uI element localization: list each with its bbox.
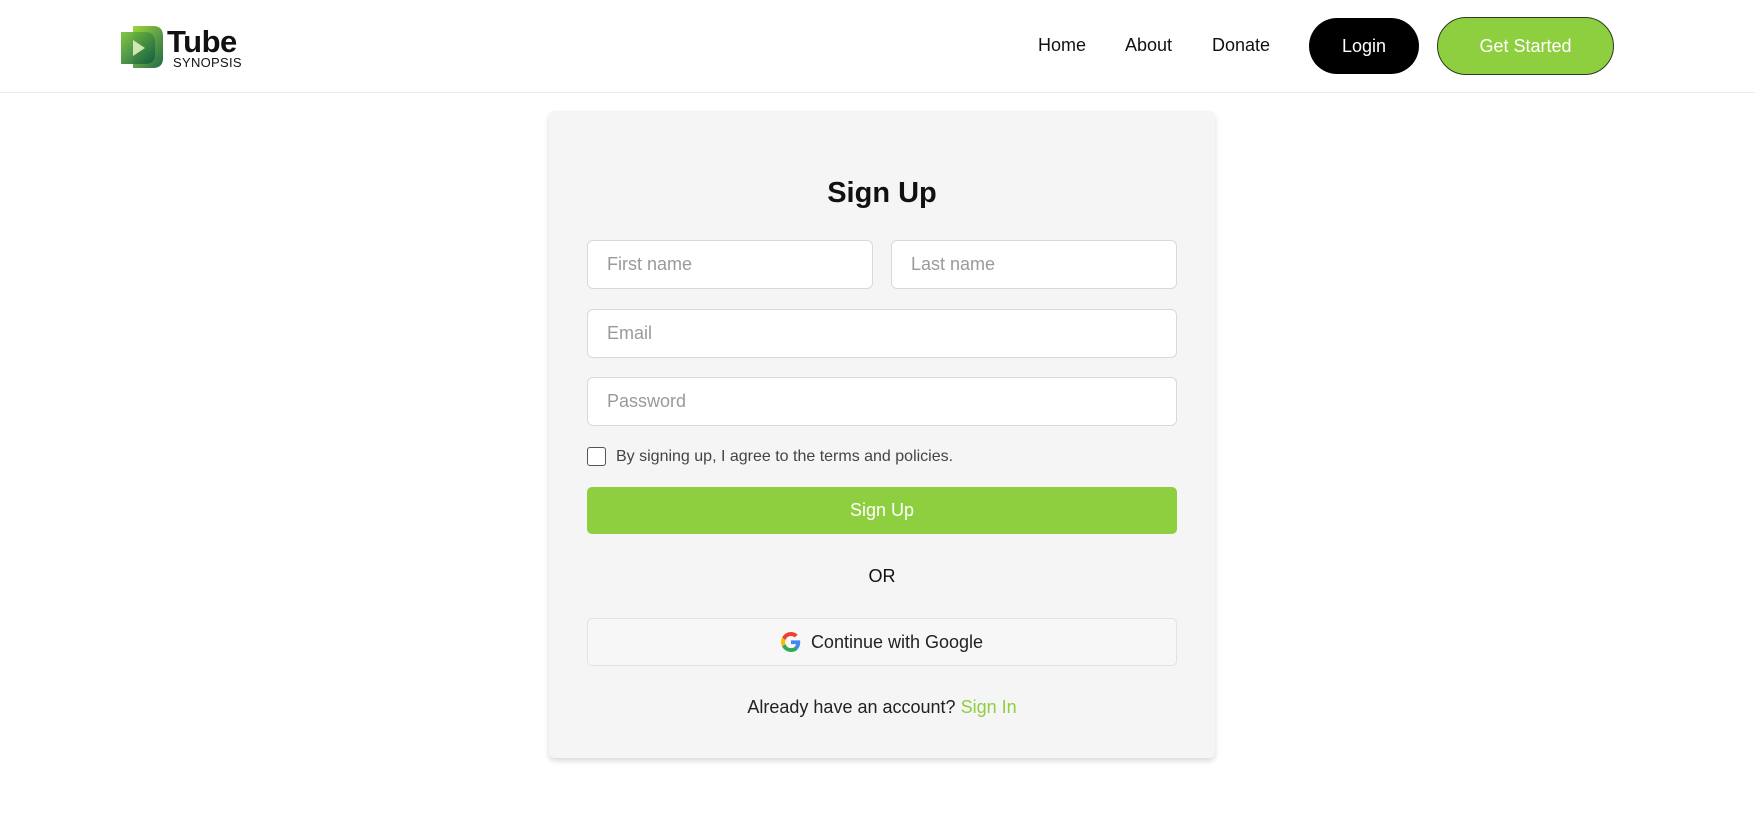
tube-synopsis-logo-icon [121, 26, 163, 68]
page-title: Sign Up [827, 177, 937, 209]
brand-wordmark: Tube SYNOPSIS [167, 26, 242, 69]
google-icon [780, 632, 801, 652]
nav-home-link[interactable]: Home [1038, 35, 1086, 56]
brand-name: Tube [167, 23, 237, 59]
google-signin-button[interactable]: Continue with Google [587, 618, 1177, 666]
terms-label: By signing up, I agree to the terms and … [616, 447, 954, 465]
google-button-label: Continue with Google [810, 631, 984, 652]
or-divider: OR [868, 566, 896, 586]
nav-about-link[interactable]: About [1125, 35, 1172, 56]
nav-donate-link[interactable]: Donate [1212, 35, 1270, 56]
terms-checkbox[interactable] [587, 447, 606, 466]
last-name-field[interactable] [891, 240, 1177, 289]
brand-logo[interactable]: Tube SYNOPSIS [119, 23, 249, 71]
signin-prompt-row: Already have an account? Sign In [549, 697, 1215, 718]
signin-prompt-text: Already have an account? [747, 697, 956, 717]
brand-tagline: SYNOPSIS [173, 54, 242, 70]
get-started-button[interactable]: Get Started [1437, 17, 1614, 75]
password-field[interactable] [587, 377, 1177, 426]
login-button[interactable]: Login [1309, 18, 1419, 74]
email-field[interactable] [587, 309, 1177, 358]
top-navbar: Tube SYNOPSIS Home About Donate Login Ge… [0, 0, 1755, 93]
terms-row: By signing up, I agree to the terms and … [587, 447, 953, 466]
signin-link[interactable]: Sign In [961, 697, 1017, 717]
signup-submit-button[interactable]: Sign Up [587, 487, 1177, 534]
first-name-field[interactable] [587, 240, 873, 289]
signup-card: Sign Up By signing up, I agree to the te… [549, 111, 1215, 758]
